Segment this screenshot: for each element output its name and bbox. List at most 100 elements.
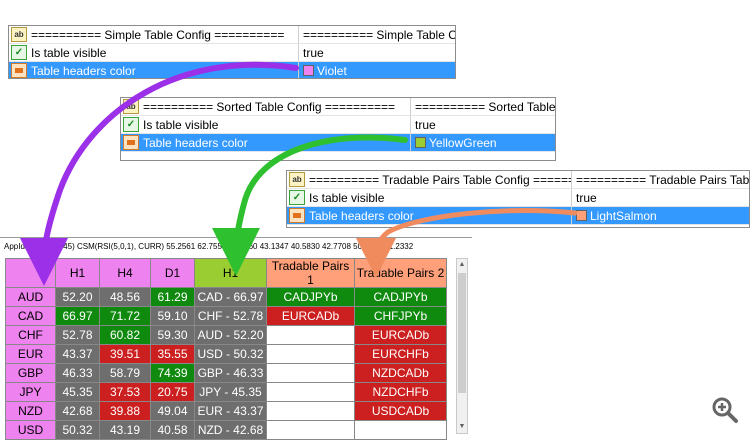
- tradable-pair-1-cell: [266, 363, 355, 383]
- sorted-cell: NZD - 42.68: [194, 420, 267, 440]
- table-header-row: H1 H4 D1 H1 Tradable Pairs 1 Tradable Pairs 2: [5, 258, 447, 288]
- currency-cell: GBP: [5, 363, 56, 383]
- currency-cell: CHF: [5, 325, 56, 345]
- rsi-value-cell: 52.78: [55, 325, 100, 345]
- sorted-cell: JPY - 45.35: [194, 382, 267, 402]
- currency-cell: JPY: [5, 382, 56, 402]
- property-value[interactable]: true: [571, 189, 749, 206]
- tradable-pair-2-cell: EURCADb: [354, 325, 447, 345]
- color-value-text: YellowGreen: [429, 135, 497, 150]
- table-row: EUR 43.37 39.51 35.55 USD - 50.32 EURCHFb: [5, 344, 447, 364]
- property-value[interactable]: true: [410, 116, 555, 133]
- property-name: ========== Tradable Pairs Table Config =…: [309, 172, 571, 187]
- currency-cell: AUD: [5, 287, 56, 307]
- currency-cell: CAD: [5, 306, 56, 326]
- property-row-partial: [121, 152, 555, 160]
- table-row: USD 50.32 43.19 40.58 NZD - 42.68: [5, 420, 447, 440]
- scroll-thumb[interactable]: [458, 273, 466, 393]
- property-row-is-table-visible[interactable]: ✓ Is table visible true: [121, 116, 555, 134]
- chart-window: AppId(1000386845) CSM(RSI(5,0,1), CURR) …: [0, 237, 472, 440]
- rsi-value-cell: 43.19: [99, 420, 151, 440]
- sorted-cell: EUR - 43.37: [194, 401, 267, 421]
- color-swatch: [303, 65, 314, 76]
- property-value: ========== Tradable Pairs Table Config =…: [571, 171, 749, 188]
- property-row-table-headers-color[interactable]: Table headers color LightSalmon: [287, 207, 749, 225]
- rsi-value-cell: 59.30: [150, 325, 195, 345]
- property-name: Is table visible: [309, 190, 385, 205]
- rsi-value-cell: 49.04: [150, 401, 195, 421]
- ab-icon: ab: [123, 99, 139, 114]
- property-value[interactable]: LightSalmon: [571, 207, 749, 224]
- rsi-value-cell: 46.33: [55, 363, 100, 383]
- simple-header-cell: H1: [55, 258, 100, 288]
- property-value: ========== Simple Table Config =====: [298, 26, 455, 43]
- scroll-up-icon[interactable]: ▲: [457, 259, 467, 271]
- table-row: NZD 42.68 39.88 49.04 EUR - 43.37 USDCADb: [5, 401, 447, 421]
- bool-icon: ✓: [289, 190, 305, 205]
- tradable-pair-2-cell: USDCADb: [354, 401, 447, 421]
- property-name: Table headers color: [143, 135, 248, 150]
- property-row-table-headers-color[interactable]: Table headers color Violet: [9, 62, 455, 78]
- property-value[interactable]: true: [298, 44, 455, 61]
- tradable-pair-1-cell: [266, 344, 355, 364]
- rsi-value-cell: 45.35: [55, 382, 100, 402]
- tradable-pair-2-cell: [354, 420, 447, 440]
- rsi-value-cell: 71.72: [99, 306, 151, 326]
- property-row-tradable-header[interactable]: ab ========== Tradable Pairs Table Confi…: [287, 171, 749, 189]
- property-name: Table headers color: [309, 208, 414, 223]
- tradable-pair-1-cell: CADJPYb: [266, 287, 355, 307]
- tradable-pair-1-cell: [266, 382, 355, 402]
- table-row: AUD 52.20 48.56 61.29 CAD - 66.97 CADJPYb CADJ…: [5, 287, 447, 307]
- zoom-in-icon[interactable]: [711, 396, 739, 424]
- sorted-header-cell: H1: [194, 258, 267, 288]
- tradable-pair-1-cell: [266, 420, 355, 440]
- rsi-value-cell: 59.10: [150, 306, 195, 326]
- table-row: JPY 45.35 37.53 20.75 JPY - 45.35 NZDCHFb: [5, 382, 447, 402]
- rsi-value-cell: 37.53: [99, 382, 151, 402]
- color-value-text: Violet: [317, 63, 347, 78]
- property-row-sorted-header[interactable]: ab ========== Sorted Table Config ======…: [121, 98, 555, 116]
- currency-cell: NZD: [5, 401, 56, 421]
- scroll-down-icon[interactable]: ▼: [457, 421, 467, 433]
- tradable-pair-2-cell: NZDCADb: [354, 363, 447, 383]
- rsi-value-cell: 52.20: [55, 287, 100, 307]
- property-name: Table headers color: [31, 63, 136, 78]
- violet-arrow: [20, 61, 299, 286]
- simple-header-cell: H4: [99, 258, 151, 288]
- tradable-pair-2-cell: CHFJPYb: [354, 306, 447, 326]
- tradable-header-cell: Tradable Pairs 1: [266, 258, 355, 288]
- sorted-cell: CHF - 52.78: [194, 306, 267, 326]
- tradable-pair-2-cell: NZDCHFb: [354, 382, 447, 402]
- property-row-is-table-visible[interactable]: ✓ Is table visible true: [287, 189, 749, 207]
- vertical-scrollbar[interactable]: ▲ ▼: [456, 258, 468, 434]
- property-value: ========== Sorted Table Config ===: [410, 98, 555, 115]
- simple-table-config-panel: ab ========== Simple Table Config ======…: [8, 25, 456, 79]
- property-row-table-headers-color[interactable]: Table headers color YellowGreen: [121, 134, 555, 152]
- table-row: GBP 46.33 58.79 74.39 GBP - 46.33 NZDCADb: [5, 363, 447, 383]
- sorted-cell: GBP - 46.33: [194, 363, 267, 383]
- color-value-text: LightSalmon: [590, 208, 657, 223]
- property-name: Is table visible: [31, 45, 107, 60]
- rsi-value-cell: 61.29: [150, 287, 195, 307]
- color-icon: [123, 135, 139, 150]
- dashboard-table: H1 H4 D1 H1 Tradable Pairs 1 Tradable Pairs 2…: [5, 258, 447, 440]
- indicator-info-line: AppId(1000386845) CSM(RSI(5,0,1), CURR) …: [4, 242, 414, 251]
- property-name: Is table visible: [143, 117, 219, 132]
- sorted-table-config-panel: ab ========== Sorted Table Config ======…: [120, 97, 556, 161]
- tradable-pair-1-cell: [266, 401, 355, 421]
- currency-cell: EUR: [5, 344, 56, 364]
- property-row-simple-header[interactable]: ab ========== Simple Table Config ======…: [9, 26, 455, 44]
- rsi-value-cell: 50.32: [55, 420, 100, 440]
- color-swatch: [415, 137, 426, 148]
- rsi-value-cell: 40.58: [150, 420, 195, 440]
- sorted-cell: USD - 50.32: [194, 344, 267, 364]
- rsi-value-cell: 48.56: [99, 287, 151, 307]
- property-row-is-table-visible[interactable]: ✓ Is table visible true: [9, 44, 455, 62]
- rsi-value-cell: 43.37: [55, 344, 100, 364]
- color-swatch: [576, 210, 587, 221]
- property-value[interactable]: YellowGreen: [410, 134, 555, 151]
- bool-icon: ✓: [11, 45, 27, 60]
- property-value[interactable]: Violet: [298, 62, 455, 78]
- currency-cell: USD: [5, 420, 56, 440]
- tradable-header-cell: Tradable Pairs 2: [354, 258, 447, 288]
